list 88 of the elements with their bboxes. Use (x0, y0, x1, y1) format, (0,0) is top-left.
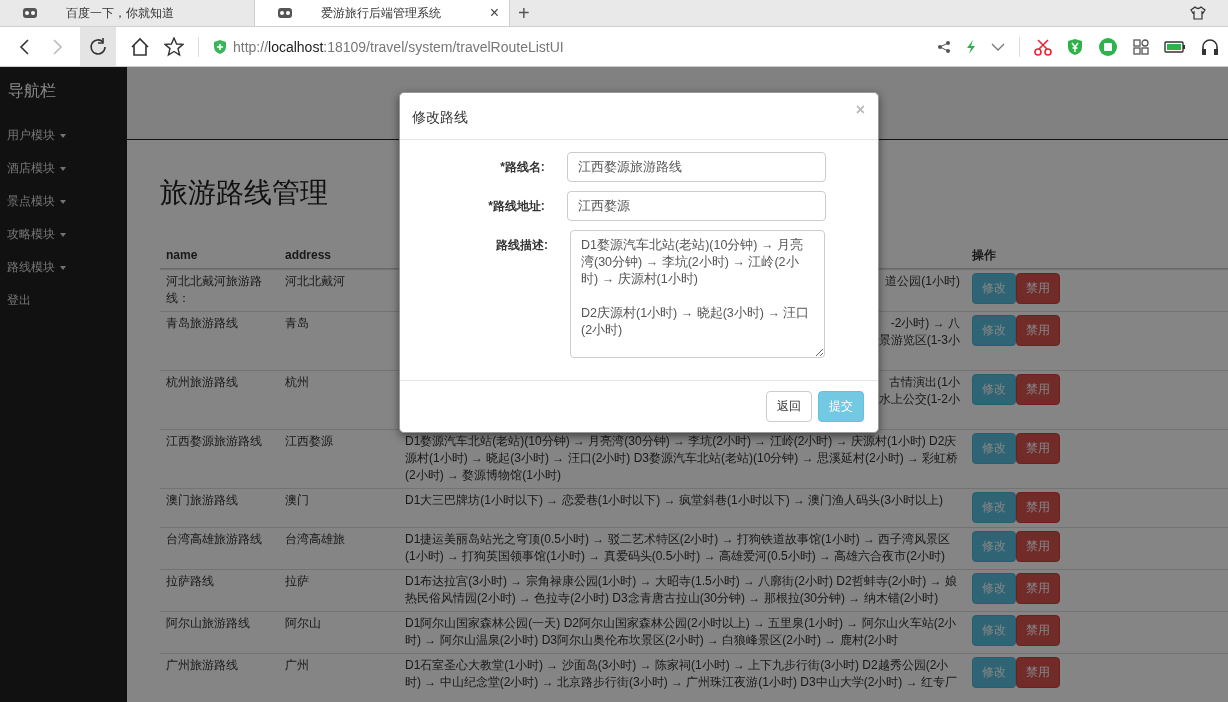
table-cell: 河北北戴河旅游路线： (166, 274, 262, 305)
url-text[interactable]: http://localhost:18109/travel/system/travelRouteListUI (233, 38, 564, 55)
table-cell: 阿尔山 (285, 616, 321, 630)
close-icon[interactable]: × (489, 4, 499, 22)
table-cell: 青岛 (285, 316, 309, 330)
table-cell: 台湾高雄旅游路线 (166, 532, 262, 546)
back-button[interactable]: 返回 (766, 391, 812, 422)
column-header: name (166, 248, 198, 262)
sidebar-item[interactable]: 路线模块 (0, 252, 127, 285)
disable-button[interactable]: 禁用 (1016, 531, 1060, 562)
new-tab-button[interactable]: + (510, 0, 538, 26)
table-cell-text: 古情演出(1小 (889, 374, 960, 391)
star-icon[interactable] (164, 36, 184, 57)
table-cell: 广州 (285, 658, 309, 672)
tab-title: 百度一下，你就知道 (66, 4, 175, 22)
table-cell-text: 水上公交(1-2小 (878, 391, 960, 408)
edit-button[interactable]: 修改 (972, 615, 1016, 646)
browser-tab[interactable]: 爱游旅行后端管理系统 × (255, 0, 510, 26)
shirt-icon[interactable] (1190, 5, 1206, 21)
disable-button[interactable]: 禁用 (1016, 492, 1060, 523)
table-cell: D1婺源汽车北站(老站)(10分钟) → 月亮湾(30分钟) → 李坑(2小时) → 江岭(2小时) → 庆源村(1小时) D2庆源村(1小时) → 晓起(3小时) → 汪口(2小时) D3婺源汽车北站(老站)(10分钟) → 思溪延村(2小时) → 彩虹桥(2小时) → 婺源博物馆(1小时) (405, 434, 959, 482)
edit-button[interactable]: 修改 (972, 573, 1016, 604)
modal-title: 修改路线 (412, 109, 468, 127)
page-title: 旅游路线管理 (160, 176, 328, 210)
table-cell: D1捷运美丽岛站光之穹顶(0.5小时) → 驳二艺术特区(2小时) → 打狗铁道故事馆(1小时) → 西子湾风景区(1小时) → 打狗英国领事馆(1小时) → 真爱码头(0.5小时) → 高雄爱河(0.5小时) → 高雄六合夜市(2小时) (405, 532, 951, 563)
scissors-icon[interactable] (1034, 37, 1052, 56)
table-cell: 广州旅游路线 (166, 658, 238, 672)
edit-button[interactable]: 修改 (972, 492, 1016, 523)
table-cell: 澳门 (285, 493, 309, 507)
yen-shield-icon[interactable] (1066, 37, 1084, 56)
input-field[interactable]: 江西婺源旅游路线 (566, 152, 826, 182)
text-area[interactable]: D1婺源汽车北站(老站)(10分钟) → 月亮湾(30分钟) → 李坑(2小时) → 江岭(2小时) → 庆源村(1小时) D2庆源村(1小时) → 晓起(3小时) → 汪口(2小时) (570, 230, 825, 358)
column-header: 操作 (972, 247, 996, 264)
disable-button[interactable]: 禁用 (1016, 433, 1060, 464)
table-cell-text: -2小时) → 八 (890, 315, 960, 332)
close-button[interactable]: × (855, 101, 865, 119)
field-label: *路线地址: (487, 198, 545, 215)
reload-icon[interactable] (88, 36, 108, 57)
sidebar-item[interactable]: 用户模块 (0, 120, 127, 153)
disable-button[interactable]: 禁用 (1016, 657, 1060, 688)
table-cell: 河北北戴河 (285, 274, 345, 288)
edit-button[interactable]: 修改 (972, 657, 1016, 688)
table-cell: 杭州旅游路线 (166, 375, 238, 389)
battery-icon[interactable] (1164, 39, 1186, 54)
chevron-down-icon[interactable] (991, 41, 1005, 52)
table-cell: 拉萨路线 (166, 574, 214, 588)
edit-button[interactable]: 修改 (972, 433, 1016, 464)
column-header: address (285, 248, 332, 262)
table-cell: 澳门旅游路线 (166, 493, 238, 507)
sidebar-item[interactable]: 景点模块 (0, 186, 127, 219)
table-cell-text: 道公园(1小时) (885, 273, 960, 290)
table-cell-text: 景游览区(1-3小 (878, 332, 960, 349)
sidebar-title: 导航栏 (7, 81, 57, 101)
table-cell: 江西婺源 (285, 434, 333, 448)
table-cell: 阿尔山旅游路线 (166, 616, 250, 630)
table-cell: D1布达拉宫(3小时) → 宗角禄康公园(1小时) → 大昭寺(1.5小时) → 八廓街(2小时) D2哲蚌寺(2小时) → 娘热民俗风情园(2小时) → 色拉寺(2小时) D3念青唐古拉山(30分钟) → 那根拉(30分钟) → 纳木错(2小时) (405, 574, 958, 605)
sidebar-item[interactable]: 酒店模块 (0, 153, 127, 186)
table-cell: 拉萨 (285, 574, 309, 588)
headphones-icon[interactable] (1200, 36, 1220, 57)
disable-button[interactable]: 禁用 (1016, 573, 1060, 604)
disable-button[interactable]: 禁用 (1016, 374, 1060, 405)
sidebar-item[interactable]: 攻略模块 (0, 219, 127, 252)
edit-button[interactable]: 修改 (972, 531, 1016, 562)
edit-button[interactable]: 修改 (972, 374, 1016, 405)
disable-button[interactable]: 禁用 (1016, 315, 1060, 346)
sidebar-item[interactable]: 登出 (0, 285, 127, 318)
mask-icon (277, 5, 293, 21)
shield-icon (213, 38, 227, 55)
disable-button[interactable]: 禁用 (1016, 273, 1060, 304)
table-cell: D1石室圣心大教堂(1小时) → 沙面岛(3小时) → 陈家祠(1小时) → 上下九步行街(3小时) D2越秀公园(2小时) → 中山纪念堂(2小时) → 北京路步行街(3小时) → 广州珠江夜游(1小时) D3中山大学(2小时) → 红专厂 (405, 658, 957, 689)
home-icon[interactable] (130, 36, 150, 57)
table-cell: D1阿尔山国家森林公园(一天) D2阿尔山国家森林公园(2小时以上) → 五里泉(1小时) → 阿尔山火车站(2小时) → 阿尔山温泉(2小时) D3阿尔山奥伦布坎景区(2小时) → 白狼峰景区(2小时) → 鹿村(2小时 (405, 616, 957, 647)
submit-button[interactable]: 提交 (818, 391, 864, 422)
edit-button[interactable]: 修改 (972, 273, 1016, 304)
input-field[interactable]: 江西婺源 (566, 191, 826, 221)
table-cell: D1大三巴牌坊(1小时以下) → 恋爱巷(1小时以下) → 疯堂斜巷(1小时以下) → 澳门渔人码头(3小时以上) (405, 493, 943, 507)
table-cell: 青岛旅游路线 (166, 316, 238, 330)
mask-icon (22, 5, 38, 21)
grid-icon[interactable] (1132, 37, 1150, 56)
table-cell: 台湾高雄旅 (285, 532, 345, 546)
share-icon[interactable] (937, 39, 951, 54)
disable-button[interactable]: 禁用 (1016, 615, 1060, 646)
tab-title: 爱游旅行后端管理系统 (321, 4, 442, 22)
table-cell: 江西婺源旅游路线 (166, 434, 262, 448)
edit-button[interactable]: 修改 (972, 315, 1016, 346)
field-label: *路线名: (499, 159, 545, 176)
field-label: 路线描述: (495, 237, 548, 254)
table-cell: 杭州 (285, 375, 309, 389)
